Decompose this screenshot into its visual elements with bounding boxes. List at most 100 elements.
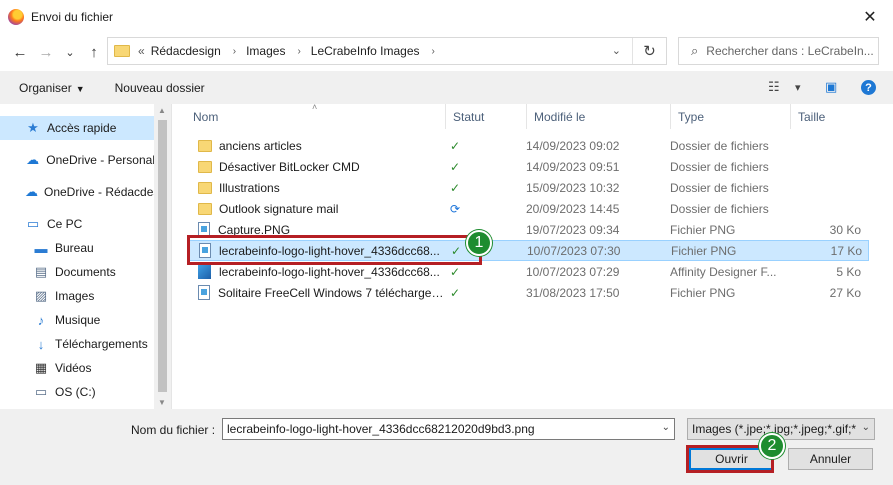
sidebar-item[interactable]: ▨ Images [0, 284, 155, 308]
file-type: Affinity Designer F... [670, 264, 777, 279]
sidebar-item-icon: ☁ [26, 152, 40, 167]
file-row[interactable]: Solitaire FreeCell Windows 7 téléchargem… [188, 282, 869, 303]
file-type: Dossier de fichiers [670, 159, 769, 174]
file-name-cell: Illustrations [188, 181, 446, 195]
file-row[interactable]: Illustrations ✓ 15/09/2023 10:32 Dossier de… [188, 177, 869, 198]
scroll-up-icon[interactable]: ▲ [158, 106, 166, 115]
navigation-bar: ← → ⌄ ↑ « Rédacdesign › Images › LeCrabe… [0, 33, 893, 71]
sidebar-item-label: Vidéos [55, 361, 92, 375]
sidebar-item-label: Ce PC [47, 217, 83, 231]
sidebar-item-icon: ▭ [26, 216, 40, 231]
file-name: lecrabeinfo-logo-light-hover_4336dcc68..… [219, 264, 440, 279]
highlight-selected-file [187, 235, 482, 265]
sidebar-item-icon: ↓ [37, 336, 45, 352]
sidebar-item-label: OneDrive - Rédacdesi [44, 185, 155, 199]
file-size: 30 Ko [829, 222, 861, 237]
column-name-label: Nom [193, 109, 219, 124]
breadcrumb-separator-icon[interactable]: › [297, 46, 300, 57]
address-bar[interactable]: « Rédacdesign › Images › LeCrabeInfo Ima… [107, 37, 667, 65]
column-header-modified[interactable]: Modifié le [527, 104, 671, 129]
file-modified: 19/07/2023 09:34 [526, 222, 620, 237]
view-options-icon[interactable]: ☷ [768, 79, 780, 95]
column-header-status[interactable]: Statut [446, 104, 527, 129]
column-headers: Nom ˄ Statut Modifié le Type Taille [172, 102, 893, 129]
sidebar-item-icon: ★ [27, 120, 39, 135]
sidebar-item[interactable]: ▦ Vidéos [0, 356, 155, 380]
filename-dropdown-chevron-icon[interactable]: ⌄ [662, 422, 670, 433]
up-arrow-icon[interactable]: ↑ [84, 42, 104, 62]
sidebar-item[interactable]: ▭ OS (C:) [0, 380, 155, 404]
new-folder-button[interactable]: Nouveau dossier [115, 81, 205, 95]
file-row[interactable]: Désactiver BitLocker CMD ✓ 14/09/2023 09:5… [188, 156, 869, 177]
sidebar-item[interactable]: ★ Accès rapide [0, 116, 155, 140]
preview-pane-icon[interactable]: ▣ [825, 79, 837, 95]
sidebar-item-icon: ▬ [34, 240, 48, 256]
sidebar-item-label: Musique [55, 313, 101, 327]
sidebar-item[interactable]: ▭ Ce PC [0, 212, 155, 236]
status-ok-icon: ✓ [450, 285, 461, 300]
breadcrumb-overflow[interactable]: « [138, 44, 145, 58]
scroll-down-icon[interactable]: ▼ [158, 398, 166, 407]
file-type: Dossier de fichiers [670, 138, 769, 153]
file-modified: 20/09/2023 14:45 [526, 201, 620, 216]
search-input[interactable]: ⌕ Rechercher dans : LeCrabeIn... [678, 37, 879, 65]
sidebar-item-icon: ♪ [37, 312, 45, 328]
file-name-cell: Solitaire FreeCell Windows 7 téléchargem… [188, 285, 446, 300]
file-type: Fichier PNG [670, 285, 736, 300]
column-header-name[interactable]: Nom ˄ [172, 102, 446, 129]
scrollbar-thumb[interactable] [158, 120, 167, 392]
recent-locations-chevron-icon[interactable]: ⌄ [60, 42, 80, 62]
breadcrumb-images[interactable]: Images [246, 44, 285, 58]
file-size: 5 Ko [836, 264, 861, 279]
command-toolbar: Organiser ▼ Nouveau dossier [0, 71, 893, 104]
sidebar-item-label: OS (C:) [55, 385, 96, 399]
file-name: anciens articles [219, 138, 302, 153]
sidebar-item[interactable]: ☁ OneDrive - Rédacdesi [0, 180, 155, 204]
sidebar-item[interactable]: ↓ Téléchargements [0, 332, 155, 356]
breadcrumb-separator-icon[interactable]: › [432, 46, 435, 57]
firefox-icon [8, 8, 24, 25]
refresh-icon[interactable]: ↻ [632, 38, 666, 64]
column-header-type[interactable]: Type [671, 104, 791, 129]
status-ok-icon: ✓ [450, 138, 461, 153]
file-modified: 10/07/2023 07:30 [527, 243, 621, 258]
breadcrumb-separator-icon[interactable]: › [233, 46, 236, 57]
sidebar-item[interactable]: ☁ OneDrive - Personal [0, 148, 155, 172]
window-title: Envoi du fichier [31, 9, 114, 24]
address-dropdown-chevron-icon[interactable]: ⌄ [612, 44, 621, 57]
close-icon[interactable]: ✕ [847, 0, 893, 33]
sidebar-item-icon: ▦ [34, 360, 48, 375]
sidebar-item[interactable]: ▬ Bureau [0, 236, 155, 260]
sidebar-item-icon: ▭ [34, 384, 48, 399]
help-icon[interactable]: ? [861, 80, 876, 95]
file-row[interactable]: Outlook signature mail ⟳ 20/09/2023 14:45 D… [188, 198, 869, 219]
column-header-size[interactable]: Taille [791, 104, 866, 129]
forward-arrow-icon[interactable]: → [36, 42, 56, 62]
file-name-cell: Désactiver BitLocker CMD [188, 160, 446, 174]
folder-icon [198, 160, 212, 173]
status-ok-icon: ✓ [450, 264, 461, 279]
cancel-button[interactable]: Annuler [788, 448, 873, 470]
breadcrumb-lecrabeinfo-images[interactable]: LeCrabeInfo Images [311, 44, 420, 58]
sidebar-item-label: OneDrive - Personal [46, 153, 155, 167]
back-arrow-icon[interactable]: ← [10, 42, 30, 62]
file-name-cell: lecrabeinfo-logo-light-hover_4336dcc68..… [188, 264, 446, 279]
search-icon: ⌕ [691, 43, 699, 58]
filename-input[interactable]: lecrabeinfo-logo-light-hover_4336dcc6821… [222, 418, 675, 440]
sidebar-item-icon: ▤ [34, 264, 48, 279]
sidebar-scrollbar[interactable]: ▲ ▼ [154, 104, 171, 409]
sidebar-item-label: Accès rapide [47, 121, 117, 135]
file-row[interactable]: anciens articles ✓ 14/09/2023 09:02 Dossier… [188, 135, 869, 156]
view-options-caret-icon[interactable]: ▾ [795, 81, 801, 94]
breadcrumb-redacdesign[interactable]: Rédacdesign [151, 44, 221, 58]
sidebar-item-icon: ▨ [34, 288, 48, 303]
sidebar-item[interactable]: ♪ Musique [0, 308, 155, 332]
sidebar-item-icon: ☁ [25, 184, 38, 199]
file-modified: 31/08/2023 17:50 [526, 285, 620, 300]
sidebar-item[interactable]: ▤ Documents [0, 260, 155, 284]
file-size: 27 Ko [829, 285, 861, 300]
sidebar-item-label: Documents [55, 265, 116, 279]
file-name-cell: anciens articles [188, 139, 446, 153]
organize-button[interactable]: Organiser ▼ [19, 81, 85, 95]
folder-icon [198, 202, 212, 215]
